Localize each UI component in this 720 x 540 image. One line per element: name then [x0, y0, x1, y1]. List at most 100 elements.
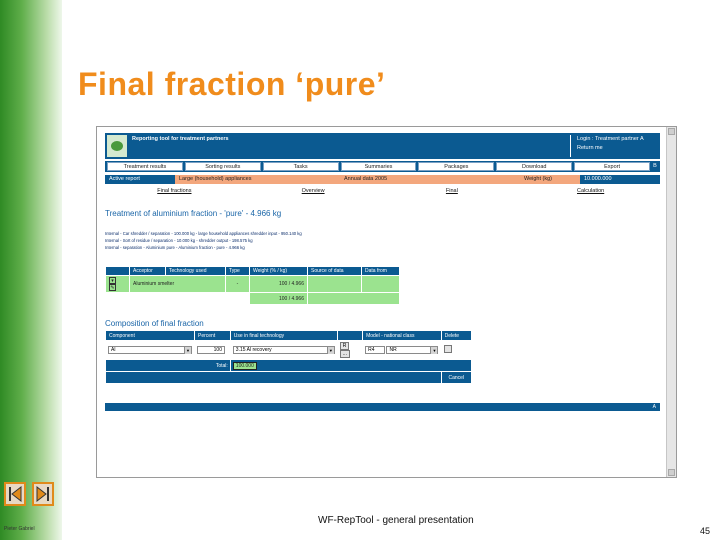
app-screenshot: Reporting tool for treatment partners Lo… [96, 126, 677, 478]
menu-end-marker: B [653, 163, 657, 169]
section-title: Treatment of aluminium fraction - 'pure'… [105, 209, 282, 218]
more-button[interactable]: ... [339, 350, 350, 358]
chevron-down-icon: ▼ [326, 347, 334, 354]
composition-header-row: Component Percent Use in final technolog… [105, 330, 473, 341]
class-value: NR [389, 347, 397, 353]
dropdown-icon[interactable]: ▾ [109, 277, 116, 284]
source-cell [307, 275, 362, 293]
report-category: Large (household) appliances [179, 176, 252, 182]
menu-treatment-results[interactable]: Treatment results [107, 162, 183, 171]
scroll-down-icon[interactable] [668, 469, 675, 476]
component-value: Al [111, 347, 116, 353]
total-weight-value: 10.000.000 [580, 175, 660, 184]
info-line: Internal - Car shredder / separation - 1… [105, 231, 302, 236]
component-cell: Al ▼ [105, 340, 195, 360]
row-tools: ▾✎ [105, 275, 130, 293]
report-period: Annual data 2005 [344, 176, 388, 182]
cancel-button[interactable]: Cancel [440, 371, 473, 384]
component-select[interactable]: Al ▼ [108, 346, 192, 354]
weight-unit-label: Weight (kg) [524, 176, 553, 182]
percent-input[interactable]: 100 [197, 346, 225, 354]
login-line: Login : Treatment partner A [577, 136, 644, 142]
table-row: ▾✎ Aluminium smelter - 100 / 4.966 [105, 275, 400, 293]
r-button-cell: R ... [336, 340, 364, 360]
use-cell: 3.15 Al recovery ▼ [229, 340, 338, 360]
menu-sorting-results[interactable]: Sorting results [184, 162, 261, 171]
delete-checkbox[interactable] [443, 345, 452, 353]
app-header: Reporting tool for treatment partners Lo… [105, 133, 660, 159]
col-technology: Technology used [165, 266, 226, 276]
delete-cell [440, 340, 473, 360]
menu-export[interactable]: Export [574, 162, 651, 171]
menu-tasks[interactable]: Tasks [262, 162, 339, 171]
col-type: Type [225, 266, 250, 276]
info-line: Internal - separation - Aluminium pure -… [105, 245, 245, 250]
table-total-row: 100 / 4.966 [105, 292, 400, 305]
total-weight-cell: 100 / 4.966 [249, 292, 308, 305]
composition-total-row: Total: 100.000 [105, 359, 473, 372]
menu-packages[interactable]: Packages [418, 162, 495, 171]
link-final-fractions[interactable]: Final fractions [105, 187, 244, 195]
link-final[interactable]: Final [383, 187, 522, 195]
app-title: Reporting tool for treatment partners [132, 136, 229, 142]
link-calculation[interactable]: Calculation [521, 187, 660, 195]
total-label: Total: [105, 359, 231, 372]
col-use: Use in final technology [229, 330, 338, 341]
type-cell: - [225, 275, 250, 293]
edit-icon[interactable]: ✎ [109, 284, 116, 291]
slide-title: Final fraction ‘pure’ [78, 66, 386, 102]
use-select[interactable]: 3.15 Al recovery ▼ [232, 346, 335, 354]
class-select[interactable]: NR ▼ [386, 346, 439, 354]
col-percent: Percent [194, 330, 231, 341]
col-data-from: Data from [361, 266, 400, 276]
acceptor-cell: Aluminium smelter [129, 275, 226, 293]
logo-icon [107, 135, 127, 157]
model-cell: R4 NR ▼ [362, 340, 442, 360]
link-overview[interactable]: Overview [244, 187, 383, 195]
nav-first-icon[interactable] [4, 482, 26, 506]
return-link[interactable]: Return me [577, 144, 658, 153]
col-acceptor: Acceptor [129, 266, 166, 276]
cancel-spacer [105, 371, 442, 384]
vertical-scrollbar[interactable] [666, 127, 676, 477]
composition-table: Component Percent Use in final technolog… [105, 330, 473, 384]
weight-cell: 100 / 4.966 [249, 275, 308, 293]
total-empty [307, 292, 400, 305]
data-from-cell [361, 275, 400, 293]
footer-text: WF-RepTool - general presentation [318, 515, 474, 526]
chevron-down-icon: ▼ [184, 347, 191, 354]
tools-header [105, 266, 130, 276]
col-weight: Weight (% / kg) [249, 266, 308, 276]
col-component: Component [105, 330, 195, 341]
menu-download[interactable]: Download [496, 162, 573, 171]
report-links: Final fractions Overview Final Calculati… [105, 187, 660, 195]
col-source: Source of data [307, 266, 362, 276]
col-delete: Delete [440, 330, 473, 341]
main-menu: Treatment results Sorting results Tasks … [105, 161, 660, 172]
r-button[interactable]: R [339, 342, 350, 350]
col-model: Model - national class [362, 330, 442, 341]
menu-summaries[interactable]: Summaries [340, 162, 417, 171]
page-number: 45 [700, 526, 711, 536]
left-decor-strip [0, 0, 62, 540]
percent-cell: 100 [194, 340, 231, 360]
col-blank [336, 330, 364, 341]
acceptor-table: Acceptor Technology used Type Weight (% … [105, 266, 400, 305]
total-spacer [105, 292, 250, 305]
author-label: Pieter Gabriel [4, 526, 35, 532]
active-report-label: Active report [105, 175, 175, 184]
report-subnav: Active report Large (household) applianc… [105, 175, 660, 184]
model-input[interactable]: R4 [365, 346, 386, 354]
acceptor-header-row: Acceptor Technology used Type Weight (% … [105, 266, 400, 276]
composition-cancel-row: Cancel [105, 371, 473, 384]
login-panel[interactable]: Login : Treatment partner A Return me [570, 135, 658, 157]
nav-last-icon[interactable] [32, 482, 54, 506]
use-value: 3.15 Al recovery [235, 347, 272, 353]
total-value-cell: 100.000 [229, 359, 473, 372]
app-bottom-bar: A [105, 403, 660, 411]
scroll-up-icon[interactable] [668, 128, 675, 135]
total-value: 100.000 [232, 361, 257, 370]
info-line: Internal - Sort of residue / separation … [105, 238, 253, 243]
chevron-down-icon: ▼ [430, 347, 438, 354]
composition-title: Composition of final fraction [105, 319, 204, 328]
